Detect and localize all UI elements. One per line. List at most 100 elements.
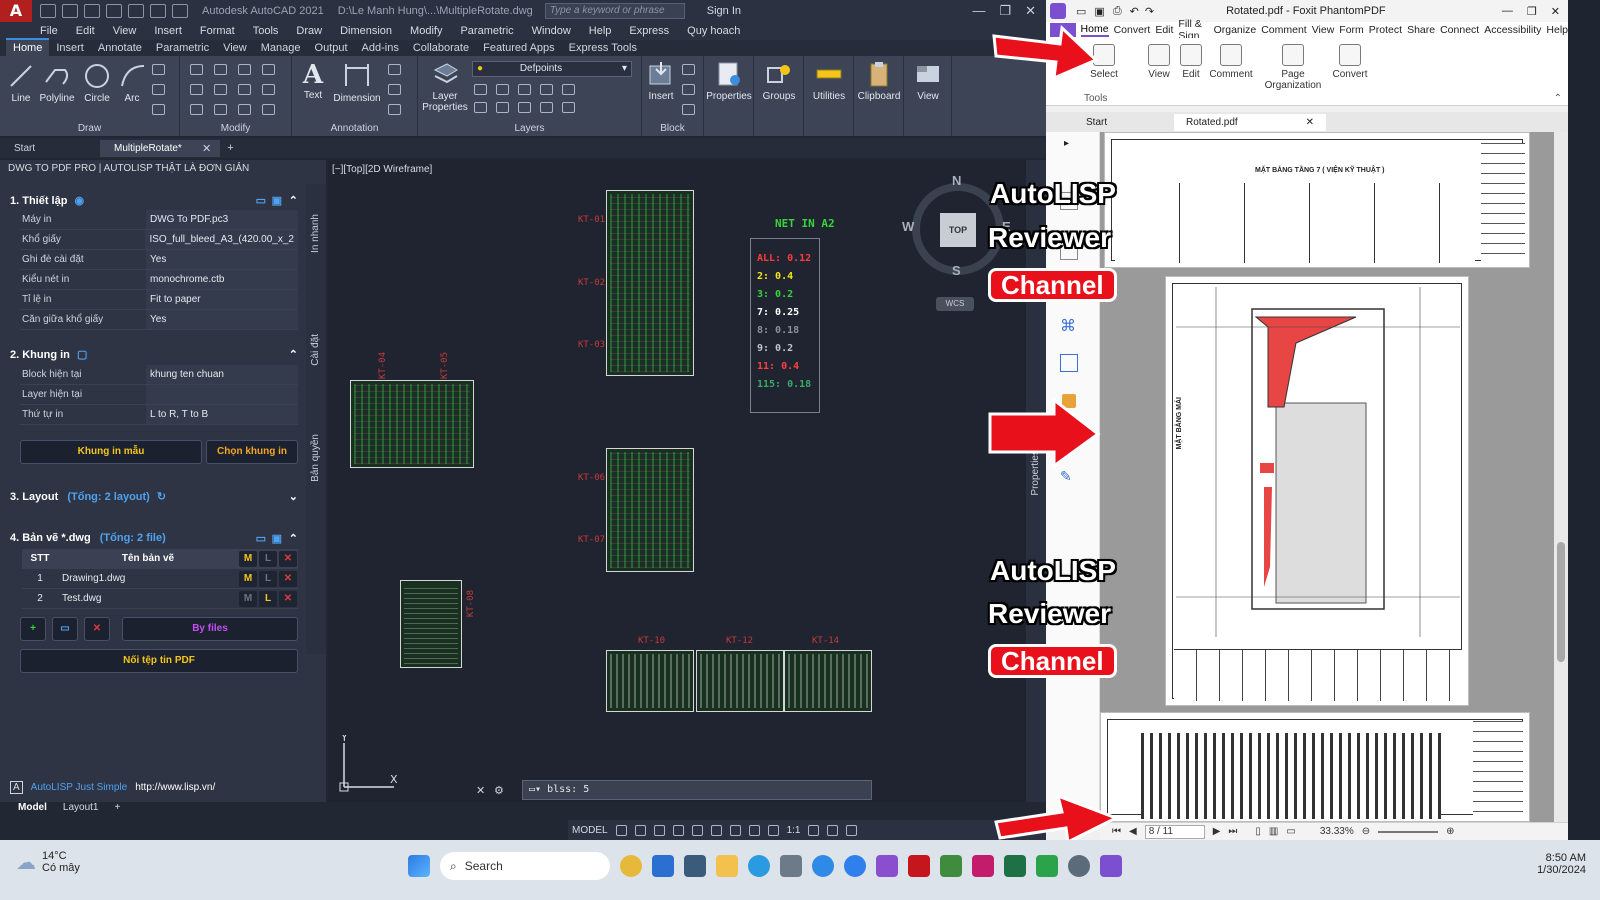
- layout-toggle[interactable]: L: [259, 591, 277, 607]
- foxit-menu-edit[interactable]: Edit: [1155, 24, 1173, 36]
- stretch-icon[interactable]: [190, 104, 203, 115]
- ribbon-collapse-icon[interactable]: ⌃: [1554, 93, 1562, 104]
- telegram-icon[interactable]: [812, 855, 834, 877]
- section-thiet-lap[interactable]: 1. Thiết lập ◉ ▭ ▣ ⌃: [10, 192, 302, 210]
- foxit-tab-start[interactable]: Start: [1074, 114, 1174, 131]
- panel-block-label[interactable]: Block: [642, 123, 703, 134]
- isodraft-icon[interactable]: [691, 824, 703, 836]
- grid-icon[interactable]: [615, 824, 627, 836]
- foxit-open-icon[interactable]: ▭: [1076, 5, 1086, 18]
- tab-featured-apps[interactable]: Featured Apps: [476, 40, 562, 56]
- menu-draw[interactable]: Draw: [296, 25, 322, 37]
- snap-icon[interactable]: [634, 824, 646, 836]
- erase-icon[interactable]: [262, 64, 275, 75]
- panel-annotation-label[interactable]: Annotation: [292, 123, 417, 134]
- foxit-menu-organize[interactable]: Organize: [1214, 24, 1257, 36]
- value-block-hien-tai[interactable]: khung ten chuan: [146, 365, 298, 384]
- facing-icon[interactable]: ▭: [1286, 826, 1295, 837]
- layer-match-icon[interactable]: [474, 102, 487, 113]
- value-ghi-de[interactable]: Yes: [146, 250, 298, 269]
- value-ti-le-in[interactable]: Fit to paper: [146, 290, 298, 309]
- menu-insert[interactable]: Insert: [154, 25, 182, 37]
- polyline-tool[interactable]: Polyline: [38, 62, 76, 104]
- foxit-convert-tool[interactable]: Convert: [1328, 44, 1372, 80]
- system-tray[interactable]: 8:50 AM 1/30/2024: [1537, 852, 1586, 876]
- side-tab-ban-quyen[interactable]: Bản quyền: [310, 434, 321, 482]
- edit-block-icon[interactable]: [682, 84, 695, 95]
- foxit-close-icon[interactable]: ✕: [1551, 5, 1560, 18]
- menu-help[interactable]: Help: [589, 25, 612, 37]
- utilities-tool[interactable]: Utilities: [806, 60, 852, 102]
- autocad-logo-icon[interactable]: A: [0, 0, 32, 22]
- keyword-search-input[interactable]: Type a keyword or phrase: [544, 3, 685, 19]
- open-icon[interactable]: [62, 4, 78, 18]
- foxit-view-tool[interactable]: View: [1142, 44, 1176, 80]
- value-kho-giay[interactable]: ISO_full_bleed_A3_(420.00_x_2: [145, 230, 298, 249]
- panel-layers-label[interactable]: Layers: [418, 123, 641, 134]
- close-tab-icon[interactable]: ✕: [202, 142, 211, 155]
- add-file-button[interactable]: +: [20, 617, 46, 641]
- layer-state-icon[interactable]: [474, 84, 487, 95]
- excel-icon[interactable]: [1004, 855, 1026, 877]
- menu-modify[interactable]: Modify: [410, 25, 442, 37]
- linear-dim-icon[interactable]: [388, 64, 401, 75]
- windows-start-icon[interactable]: [408, 855, 430, 877]
- app-grid-icon[interactable]: [1036, 855, 1058, 877]
- menu-express[interactable]: Express: [629, 25, 669, 37]
- layer-delete-icon[interactable]: [562, 102, 575, 113]
- scroll-thumb[interactable]: [1557, 542, 1565, 662]
- attribute-icon[interactable]: [682, 104, 695, 115]
- tab-view[interactable]: View: [216, 40, 254, 56]
- menu-dimension[interactable]: Dimension: [340, 25, 392, 37]
- undo-icon[interactable]: [150, 4, 166, 18]
- layer-properties-tool[interactable]: Layer Properties: [422, 60, 468, 113]
- arc-tool[interactable]: Arc: [118, 62, 146, 104]
- cmd-close-icon[interactable]: ✕: [476, 784, 485, 797]
- compass-south[interactable]: S: [952, 263, 961, 278]
- single-page-icon[interactable]: ▯: [1255, 826, 1261, 837]
- viewcube-top-face[interactable]: TOP: [940, 213, 976, 247]
- foxit-minimize-icon[interactable]: —: [1502, 5, 1513, 17]
- model-toggle[interactable]: M: [239, 591, 257, 607]
- drawing-canvas[interactable]: [−][Top][2D Wireframe] KT-01 KT-02 KT-03…: [328, 160, 1028, 802]
- foxit-menu-connect[interactable]: Connect: [1440, 24, 1479, 36]
- by-files-button[interactable]: By files: [122, 617, 298, 641]
- foxit-menu-protect[interactable]: Protect: [1369, 24, 1402, 36]
- continuous-icon[interactable]: ▥: [1269, 826, 1278, 837]
- panel-draw-label[interactable]: Draw: [0, 123, 179, 134]
- foxit-redo-icon[interactable]: ↷: [1145, 5, 1154, 18]
- menu-parametric[interactable]: Parametric: [460, 25, 513, 37]
- properties-palette-strip[interactable]: Properties: [1026, 160, 1046, 802]
- foxit-menu-view[interactable]: View: [1312, 24, 1335, 36]
- text-tool[interactable]: A Text: [298, 60, 328, 101]
- page-number-input[interactable]: 8 / 11: [1144, 824, 1205, 839]
- file-explorer-icon[interactable]: [716, 855, 738, 877]
- collapse-icon[interactable]: ⌃: [289, 348, 298, 361]
- menu-format[interactable]: Format: [200, 25, 235, 37]
- panel-modify-label[interactable]: Modify: [180, 123, 291, 134]
- minimize-icon[interactable]: —: [972, 3, 985, 19]
- zoom-out-icon[interactable]: ⊖: [1362, 826, 1370, 837]
- save-list-icon[interactable]: ▣: [272, 532, 282, 545]
- autocad-taskbar-icon[interactable]: [908, 855, 930, 877]
- close-icon[interactable]: ✕: [1025, 3, 1036, 19]
- model-space-button[interactable]: MODEL: [572, 825, 608, 836]
- tab-start[interactable]: Start: [0, 140, 100, 157]
- attachment-icon[interactable]: ⌘: [1060, 316, 1076, 336]
- remove-all-icon[interactable]: ✕: [279, 551, 297, 567]
- layout-toggle[interactable]: L: [259, 571, 277, 587]
- tab-manage[interactable]: Manage: [254, 40, 308, 56]
- rectangle-icon[interactable]: [152, 64, 165, 75]
- foxit-menu-share[interactable]: Share: [1407, 24, 1435, 36]
- insert-tool[interactable]: Insert: [644, 60, 678, 102]
- foxit-taskbar-icon[interactable]: [1100, 855, 1122, 877]
- tab-addins[interactable]: Add-ins: [355, 40, 406, 56]
- menu-file[interactable]: File: [40, 25, 58, 37]
- properties-tool[interactable]: Properties: [706, 60, 752, 102]
- pdf-document-view[interactable]: MẶT BẰNG TẦNG 7 ( VIỆN KỸ THUẬT ) MẶT BẰ…: [1100, 132, 1554, 822]
- section-khung-in[interactable]: 2. Khung in ▢ ⌃: [10, 346, 302, 364]
- annotation-scale[interactable]: 1:1: [787, 825, 801, 836]
- saveas-icon[interactable]: [106, 4, 122, 18]
- folder-open-icon[interactable]: ▭: [256, 194, 266, 207]
- layout-all-toggle[interactable]: L: [259, 551, 277, 567]
